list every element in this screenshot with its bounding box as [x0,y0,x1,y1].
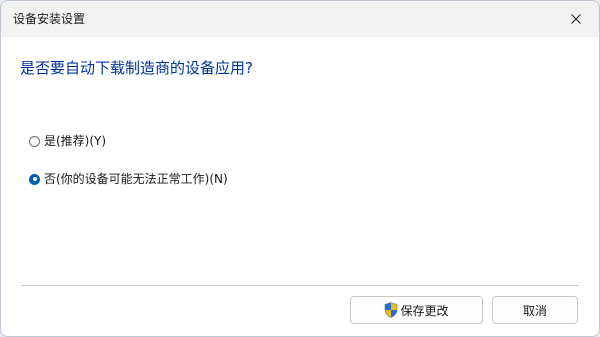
window-title: 设备安装设置 [13,12,86,26]
dialog-footer: 保存更改 取消 [1,286,599,336]
title-bar: 设备安装设置 [1,1,599,37]
option-no-label: 否(你的设备可能无法正常工作)(N) [44,172,228,186]
save-changes-button[interactable]: 保存更改 [350,296,483,324]
close-button[interactable] [553,1,599,37]
option-yes[interactable]: 是(推荐)(Y) [29,132,106,150]
cancel-button[interactable]: 取消 [492,296,578,324]
option-no[interactable]: 否(你的设备可能无法正常工作)(N) [29,170,228,188]
radio-yes[interactable] [29,135,40,147]
question-text: 是否要自动下载制造商的设备应用? [20,59,253,77]
radio-no[interactable] [29,173,40,185]
option-yes-label: 是(推荐)(Y) [44,134,107,148]
save-changes-label: 保存更改 [400,303,449,318]
device-installation-settings-dialog: 设备安装设置 是否要自动下载制造商的设备应用? 是(推荐)(Y) 否(你的设备可… [0,0,600,337]
dialog-content: 是否要自动下载制造商的设备应用? 是(推荐)(Y) 否(你的设备可能无法正常工作… [1,37,599,285]
uac-shield-icon [384,302,398,318]
cancel-label: 取消 [522,303,547,318]
close-icon [571,14,581,24]
